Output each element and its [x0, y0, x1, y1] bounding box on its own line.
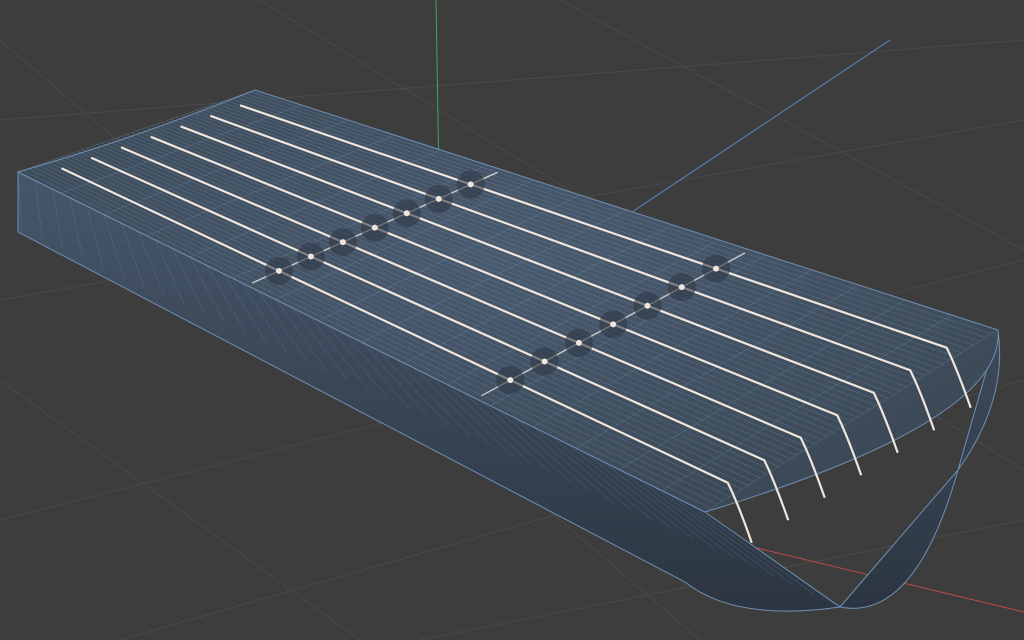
tuft-button: [339, 239, 346, 246]
tuft-button: [713, 265, 720, 272]
tuft-button: [575, 339, 582, 346]
tuft-button: [275, 267, 282, 274]
tuft-button: [507, 377, 514, 384]
tuft-button: [644, 302, 651, 309]
tuft-button: [610, 321, 617, 328]
tuft-button: [403, 210, 410, 217]
tuft-button: [467, 181, 474, 188]
grid-line: [0, 39, 1024, 121]
tuft-button: [678, 284, 685, 291]
tuft-button: [307, 253, 314, 260]
tuft-button: [435, 195, 442, 202]
tufted-cushion-mesh[interactable]: [16, 89, 1001, 612]
viewport-canvas[interactable]: [0, 0, 1024, 640]
grid-line: [0, 379, 361, 640]
tuft-button: [541, 358, 548, 365]
tuft-button: [371, 224, 378, 231]
3d-viewport[interactable]: [0, 0, 1024, 640]
